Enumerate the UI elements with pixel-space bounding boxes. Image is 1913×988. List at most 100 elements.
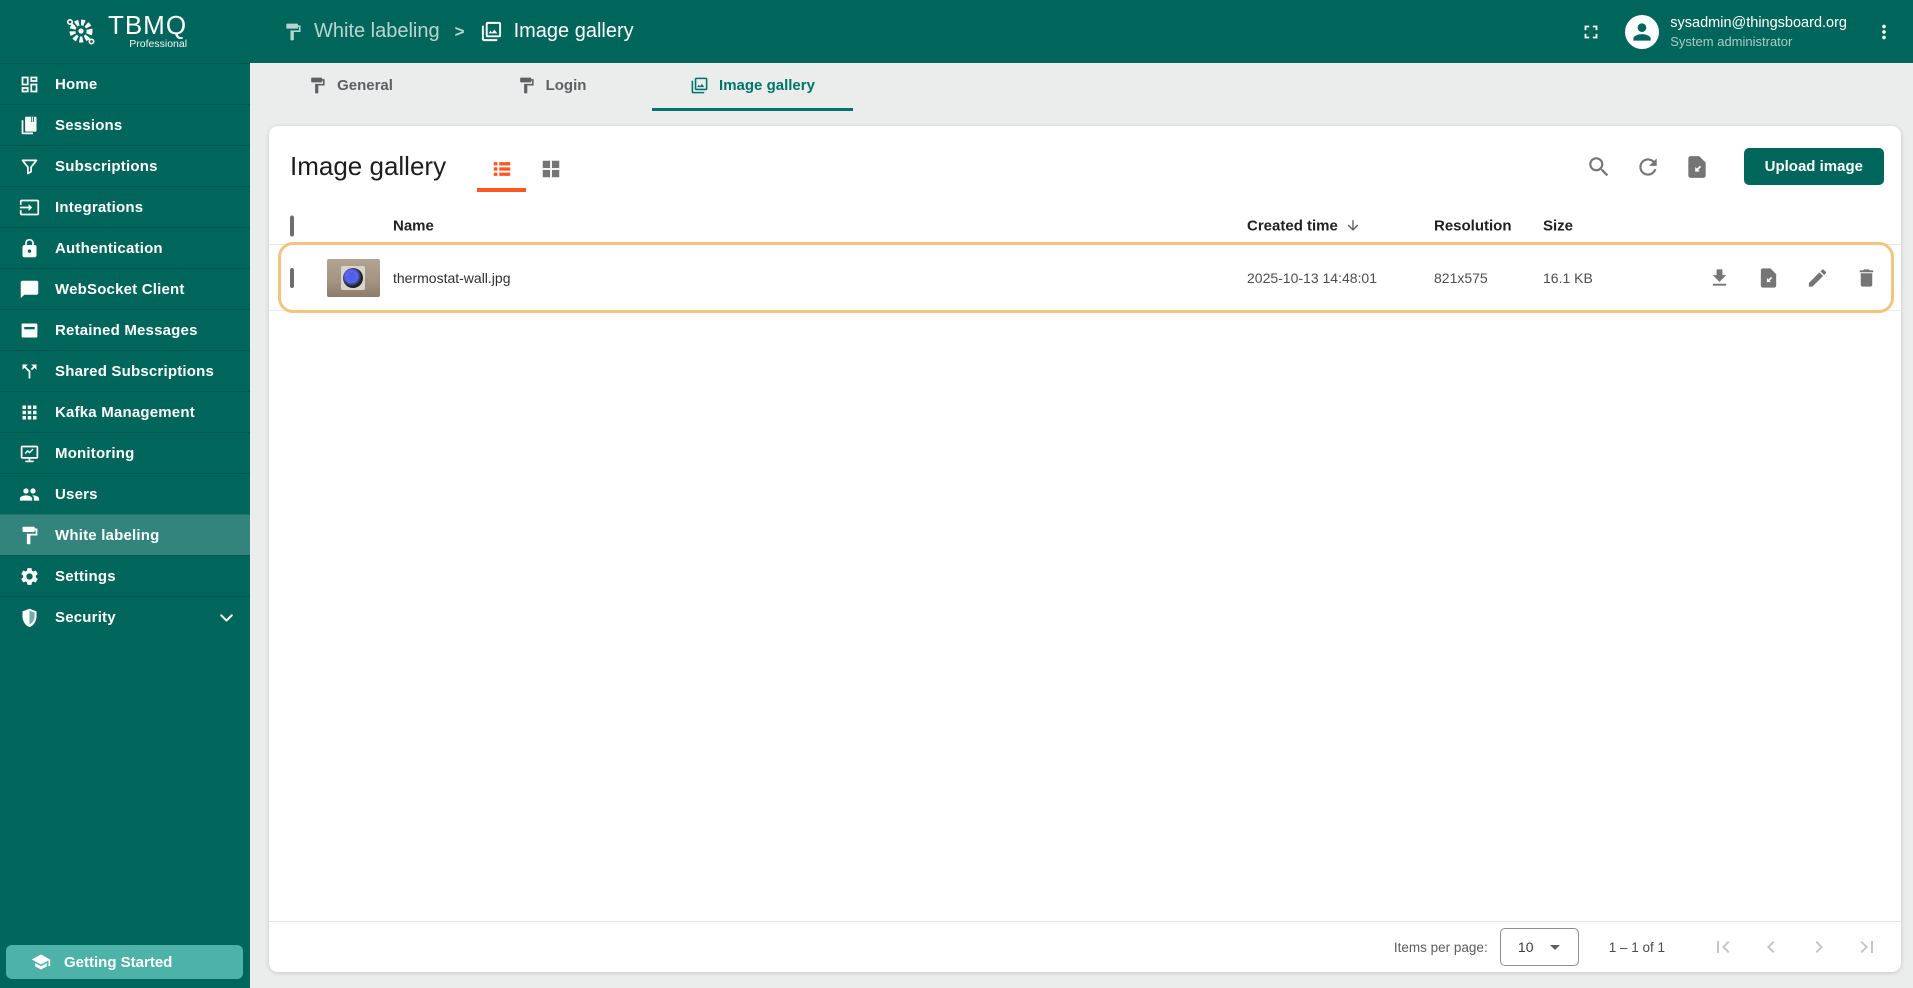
breadcrumb-separator: > (455, 22, 465, 42)
column-header-label: Created time (1247, 217, 1338, 234)
list-view-icon (491, 158, 513, 180)
pagination-controls (1711, 935, 1879, 959)
sidebar: TBMQ Professional Home Sessions Subscrip… (0, 0, 250, 988)
select-all-checkbox[interactable] (290, 215, 294, 236)
white-labeling-tabs: General Login Image gallery (250, 63, 853, 111)
sidebar-item-authentication[interactable]: Authentication (0, 227, 250, 268)
tbmq-gear-logo-icon (63, 14, 99, 50)
pagination-bar: Items per page: 10 1 – 1 of 1 (269, 921, 1901, 972)
sidebar-item-users[interactable]: Users (0, 473, 250, 514)
tab-label: Image gallery (719, 77, 815, 94)
more-menu-icon[interactable] (1867, 12, 1901, 52)
row-checkbox[interactable] (290, 268, 294, 288)
edit-icon[interactable] (1806, 266, 1829, 289)
sidebar-item-shared-subscriptions[interactable]: Shared Subscriptions (0, 350, 250, 391)
export-file-icon[interactable] (1757, 266, 1780, 289)
getting-started-button[interactable]: Getting Started (6, 945, 243, 979)
apps-icon (19, 402, 40, 423)
breadcrumb-current-label: Image gallery (514, 20, 634, 43)
call-split-icon (19, 361, 40, 382)
refresh-icon[interactable] (1635, 154, 1661, 180)
row-actions (1708, 266, 1878, 289)
chat-icon (19, 279, 40, 300)
grid-view-icon (540, 158, 562, 180)
photo-library-icon (690, 76, 709, 95)
sidebar-item-label: White labeling (55, 527, 159, 544)
sidebar-item-integrations[interactable]: Integrations (0, 186, 250, 227)
paint-roller-icon (19, 525, 40, 546)
list-view-button[interactable] (477, 150, 526, 192)
top-bar: White labeling > Image gallery sysadmin@… (250, 0, 1913, 63)
sidebar-item-security[interactable]: Security (0, 596, 250, 637)
sidebar-item-monitoring[interactable]: Monitoring (0, 432, 250, 473)
input-icon (19, 197, 40, 218)
paint-roller-icon (308, 76, 327, 95)
archive-icon (19, 320, 40, 341)
sort-desc-arrow-icon (1345, 218, 1361, 234)
sidebar-item-label: Settings (55, 568, 116, 585)
user-role: System administrator (1670, 34, 1847, 49)
column-header-name[interactable]: Name (393, 217, 434, 234)
row-created-time: 2025-10-13 14:48:01 (1247, 270, 1377, 286)
search-icon[interactable] (1586, 154, 1612, 180)
sidebar-item-label: Kafka Management (55, 404, 195, 421)
first-page-icon[interactable] (1711, 935, 1735, 959)
sidebar-item-subscriptions[interactable]: Subscriptions (0, 145, 250, 186)
sidebar-item-home[interactable]: Home (0, 63, 250, 104)
tab-general[interactable]: General (250, 63, 451, 111)
pagination-range: 1 – 1 of 1 (1609, 940, 1665, 955)
last-page-icon[interactable] (1855, 935, 1879, 959)
column-header-size[interactable]: Size (1543, 217, 1573, 234)
sidebar-item-label: Security (55, 609, 116, 626)
download-icon[interactable] (1708, 266, 1731, 289)
tab-image-gallery[interactable]: Image gallery (652, 63, 853, 111)
column-header-resolution[interactable]: Resolution (1434, 217, 1512, 234)
table-header-row: Name Created time Resolution Size (269, 207, 1901, 245)
sidebar-item-label: Authentication (55, 240, 163, 257)
upload-image-button[interactable]: Upload image (1744, 148, 1884, 185)
items-per-page-label: Items per page: (1394, 940, 1488, 955)
card-header-actions: Upload image (1586, 148, 1884, 185)
tab-label: Login (546, 77, 587, 94)
lock-icon (19, 238, 40, 259)
chevron-down-icon[interactable] (216, 607, 237, 628)
grid-view-button[interactable] (526, 150, 575, 192)
sidebar-item-white-labeling[interactable]: White labeling (0, 514, 250, 555)
app-edition: Professional (129, 38, 187, 50)
column-header-created-time[interactable]: Created time (1247, 217, 1361, 234)
image-gallery-card: Image gallery Upload image Name Created … (269, 126, 1901, 972)
avatar[interactable] (1625, 15, 1659, 49)
sidebar-item-label: Subscriptions (55, 158, 158, 175)
sidebar-item-websocket-client[interactable]: WebSocket Client (0, 268, 250, 309)
gear-icon (19, 566, 40, 587)
paint-roller-icon (283, 22, 303, 42)
page-size-value: 10 (1518, 939, 1534, 955)
sidebar-item-label: Shared Subscriptions (55, 363, 214, 380)
delete-icon[interactable] (1855, 266, 1878, 289)
sidebar-item-sessions[interactable]: Sessions (0, 104, 250, 145)
table-row[interactable]: thermostat-wall.jpg 2025-10-13 14:48:01 … (269, 245, 1901, 311)
sidebar-item-retained-messages[interactable]: Retained Messages (0, 309, 250, 350)
sidebar-item-label: Home (55, 76, 97, 93)
sidebar-item-kafka-management[interactable]: Kafka Management (0, 391, 250, 432)
next-page-icon[interactable] (1807, 935, 1831, 959)
breadcrumb: White labeling > Image gallery (283, 20, 634, 43)
user-info[interactable]: sysadmin@thingsboard.org System administ… (1670, 15, 1847, 49)
row-image-name: thermostat-wall.jpg (393, 270, 511, 286)
school-icon (31, 952, 51, 972)
select-caret-icon (1550, 945, 1560, 950)
tab-login[interactable]: Login (451, 63, 652, 111)
previous-page-icon[interactable] (1759, 935, 1783, 959)
fullscreen-icon[interactable] (1571, 12, 1611, 52)
app-name: TBMQ (108, 13, 187, 38)
import-file-icon[interactable] (1684, 154, 1710, 180)
breadcrumb-parent-label: White labeling (314, 20, 440, 43)
page-size-select[interactable]: 10 (1500, 928, 1579, 966)
image-thumbnail (327, 259, 380, 297)
sidebar-item-settings[interactable]: Settings (0, 555, 250, 596)
app-logo[interactable]: TBMQ Professional (0, 0, 250, 63)
filter-icon (19, 156, 40, 177)
breadcrumb-image-gallery: Image gallery (480, 20, 634, 43)
breadcrumb-white-labeling[interactable]: White labeling (283, 20, 440, 43)
sidebar-item-label: Integrations (55, 199, 143, 216)
